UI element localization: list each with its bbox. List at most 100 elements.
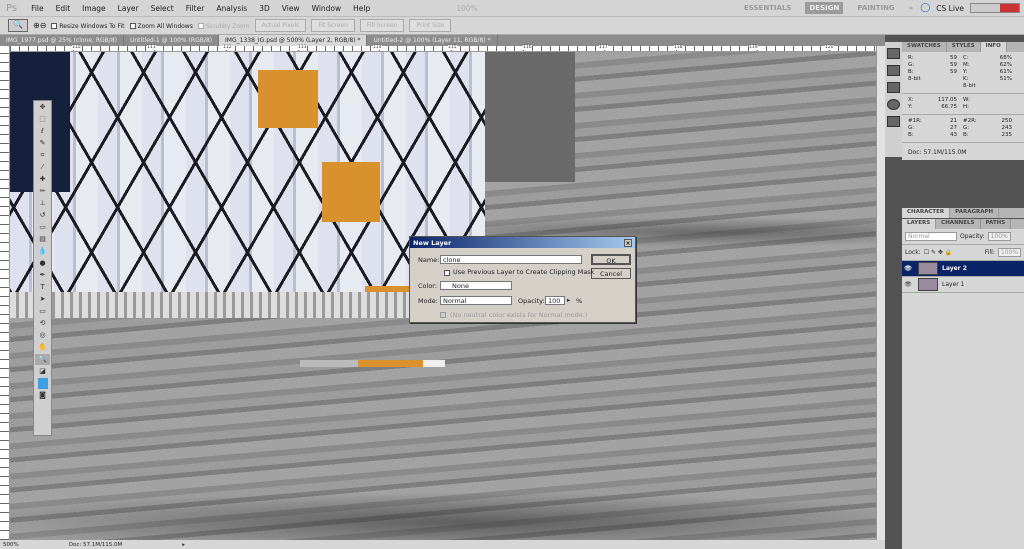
tab-untitled-1[interactable]: Untitled-1 @ 100% (RGB/8) xyxy=(124,35,220,46)
mode-select[interactable]: Normal xyxy=(440,296,512,305)
workspace-essentials[interactable]: ESSENTIALS xyxy=(744,4,792,12)
workspace-design[interactable]: DESIGN xyxy=(805,2,844,14)
clipping-mask-checkbox[interactable] xyxy=(444,270,450,276)
window-controls[interactable] xyxy=(970,3,1020,13)
move-tool-icon[interactable]: ✥ xyxy=(35,102,50,113)
toolbox: ✥ ⬚ ℓ ✎ ⌗ ⁄ ✚ ✏ ⊥ ↺ ▭ ▤ 💧 ● ✒ T ➤ ▭ ⟲ ◎ … xyxy=(33,100,52,436)
actions-icon[interactable] xyxy=(887,82,900,93)
tab-layers[interactable]: LAYERS xyxy=(902,219,937,229)
opacity-input[interactable]: 100 xyxy=(545,296,565,305)
menu-help[interactable]: Help xyxy=(353,4,370,13)
menu-edit[interactable]: Edit xyxy=(56,4,71,13)
panel-icon-strip xyxy=(885,42,902,157)
print-size-button[interactable]: Print Size xyxy=(409,19,452,32)
adjustments-icon[interactable] xyxy=(887,99,900,110)
layer-row-layer-2[interactable]: 👁 Layer 2 xyxy=(902,261,1024,277)
close-icon[interactable]: × xyxy=(624,238,632,247)
blur-tool-icon[interactable]: 💧 xyxy=(35,246,50,257)
tab-channels[interactable]: CHANNELS xyxy=(936,219,981,229)
info-doc-size: Doc: 57.1M/115.0M xyxy=(908,149,967,156)
zoom-readout[interactable]: 500% xyxy=(3,542,19,548)
color-select[interactable]: None xyxy=(440,281,512,290)
crop-tool-icon[interactable]: ⌗ xyxy=(35,150,50,161)
ok-button[interactable]: OK xyxy=(591,254,631,265)
zoom-tool-preset-icon[interactable]: 🔍 xyxy=(8,19,28,32)
x-value: 117.05 xyxy=(937,97,957,103)
shape-tool-icon[interactable]: ▭ xyxy=(35,306,50,317)
type-tool-icon[interactable]: T xyxy=(35,282,50,293)
name-input[interactable]: clone xyxy=(440,255,582,264)
tab-swatches[interactable]: SWATCHES xyxy=(902,42,947,52)
menu-select[interactable]: Select xyxy=(151,4,174,13)
foreground-color-swatch[interactable] xyxy=(37,378,48,389)
tab-info[interactable]: INFO xyxy=(980,42,1007,52)
hand-tool-icon[interactable]: ✋ xyxy=(35,342,50,353)
menu-view[interactable]: View xyxy=(282,4,300,13)
status-arrow-icon[interactable]: ▸ xyxy=(182,542,185,548)
opacity-input[interactable]: 100% xyxy=(987,232,1011,241)
menu-layer[interactable]: Layer xyxy=(118,4,139,13)
vertical-scrollbar[interactable] xyxy=(876,46,885,540)
zoom-all-checkbox[interactable]: Zoom All Windows xyxy=(129,22,193,30)
opacity-label: Opacity: xyxy=(518,297,545,305)
lasso-tool-icon[interactable]: ℓ xyxy=(35,126,50,137)
actual-pixels-button[interactable]: Actual Pixels xyxy=(254,19,307,32)
navigator-icon[interactable] xyxy=(887,65,900,76)
brush-tool-icon[interactable]: ✏ xyxy=(35,186,50,197)
g-label: G: xyxy=(908,62,915,68)
scrubby-zoom-checkbox[interactable]: Scrubby Zoom xyxy=(197,22,250,30)
cancel-button[interactable]: Cancel xyxy=(591,268,631,279)
eraser-tool-icon[interactable]: ▭ xyxy=(35,222,50,233)
tab-paragraph[interactable]: PARAGRAPH xyxy=(950,208,1000,218)
visibility-eye-icon[interactable]: 👁 xyxy=(902,265,914,272)
healing-brush-icon[interactable]: ✚ xyxy=(35,174,50,185)
tab-untitled-2[interactable]: Untitled-2 @ 100% (Layer 11, RGB/8) * xyxy=(367,35,498,46)
eyedropper-tool-icon[interactable]: ⁄ xyxy=(35,162,50,173)
dodge-tool-icon[interactable]: ● xyxy=(35,258,50,269)
quick-select-tool-icon[interactable]: ✎ xyxy=(35,138,50,149)
layer-row-layer-1[interactable]: 👁 Layer 1 xyxy=(902,277,1024,293)
tab-img-1338[interactable]: IMG_1338_IG.psd @ 500% (Layer 2, RGB/8) … xyxy=(219,35,368,46)
menu-file[interactable]: File xyxy=(31,4,44,13)
clone-stamp-icon[interactable]: ⊥ xyxy=(35,198,50,209)
default-colors-icon[interactable]: ◪ xyxy=(35,366,50,377)
tab-img-1977[interactable]: IMG_1977.psd @ 25% (clone, RGB/8) xyxy=(0,35,124,46)
b-label: B: xyxy=(908,69,914,75)
menu-window[interactable]: Window xyxy=(312,4,342,13)
zoom-in-out-icon[interactable]: ⊕⊖ xyxy=(33,21,46,30)
blend-mode-select[interactable]: Normal xyxy=(905,232,957,241)
zoom-level-dropdown[interactable]: 100% xyxy=(456,4,477,13)
orange-strip xyxy=(300,360,445,367)
visibility-eye-icon[interactable]: 👁 xyxy=(902,281,914,288)
marquee-tool-icon[interactable]: ⬚ xyxy=(35,114,50,125)
zoom-tool-icon[interactable]: 🔍 xyxy=(35,354,50,365)
opacity-arrow-icon[interactable]: ▸ xyxy=(567,296,570,304)
menu-filter[interactable]: Filter xyxy=(186,4,205,13)
fill-screen-button[interactable]: Fill Screen xyxy=(359,19,405,32)
menu-analysis[interactable]: Analysis xyxy=(216,4,247,13)
lock-icons[interactable]: ☐ ✎ ✥ 🔒 xyxy=(924,249,953,256)
menu-3d[interactable]: 3D xyxy=(259,4,270,13)
tab-character[interactable]: CHARACTER xyxy=(902,208,951,218)
resize-windows-checkbox[interactable]: Resize Windows To Fit xyxy=(51,22,125,30)
ruler-label: 112 xyxy=(223,45,232,50)
tab-paths[interactable]: PATHS xyxy=(981,219,1012,229)
pen-tool-icon[interactable]: ✒ xyxy=(35,270,50,281)
dialog-title: New Layer xyxy=(413,238,452,247)
masks-icon[interactable] xyxy=(887,116,900,127)
3d-orbit-icon[interactable]: ◎ xyxy=(35,330,50,341)
histogram-icon[interactable] xyxy=(887,48,900,59)
fill-input[interactable]: 100% xyxy=(997,248,1021,257)
fit-screen-button[interactable]: Fit Screen xyxy=(311,19,355,32)
workspace-painting[interactable]: PAINTING xyxy=(857,4,894,12)
gradient-tool-icon[interactable]: ▤ xyxy=(35,234,50,245)
s1-r-label: #1R: xyxy=(908,118,922,124)
cs-live-button[interactable]: CS Live xyxy=(936,4,964,13)
menu-image[interactable]: Image xyxy=(82,4,106,13)
history-brush-icon[interactable]: ↺ xyxy=(35,210,50,221)
3d-rotate-icon[interactable]: ⟲ xyxy=(35,318,50,329)
path-select-icon[interactable]: ➤ xyxy=(35,294,50,305)
quick-mask-icon[interactable]: ◙ xyxy=(35,390,50,401)
tab-styles[interactable]: STYLES xyxy=(947,42,981,52)
workspace-more[interactable]: » xyxy=(909,4,914,12)
